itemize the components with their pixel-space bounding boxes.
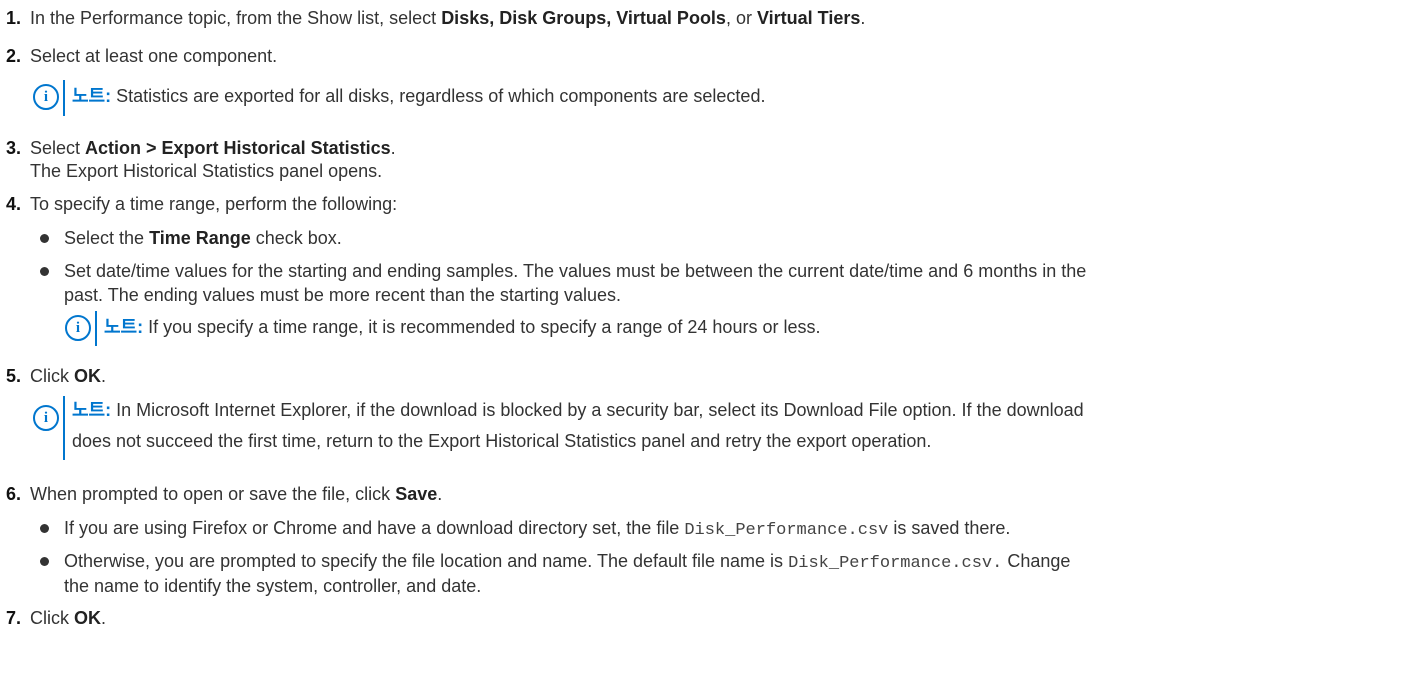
text: In the Performance topic, from the Show … <box>30 8 442 28</box>
step-number: 5. <box>6 366 22 386</box>
note-divider <box>95 311 97 346</box>
text: When prompted to open or save the file, … <box>30 484 396 504</box>
note-divider <box>63 80 65 116</box>
file-name: Disk_Performance.csv <box>684 521 889 540</box>
step-7-text: Click OK. <box>30 606 106 630</box>
text: . <box>437 484 443 504</box>
bold-text: Time Range <box>149 228 251 248</box>
step-number: 3. <box>6 138 22 158</box>
note-3-line-1: 노트: In Microsoft Internet Explorer, if t… <box>72 398 1084 422</box>
note-1: 노트: Statistics are exported for all disk… <box>72 84 765 108</box>
bold-text: Virtual Tiers <box>756 8 861 28</box>
file-name: Disk_Performance.csv. <box>788 554 1003 573</box>
text: is saved there. <box>888 518 1011 538</box>
bullet <box>40 267 49 276</box>
step-4-text: To specify a time range, perform the fol… <box>30 194 398 214</box>
step-number: 7. <box>6 608 22 628</box>
bold-text: OK <box>74 608 101 628</box>
text: Click <box>30 366 74 386</box>
note-text: If you specify a time range, it is recom… <box>148 317 821 337</box>
note-label: 노트: <box>72 86 112 106</box>
bold-text: Save <box>395 484 438 504</box>
note-text: In Microsoft Internet Explorer, if the d… <box>116 400 1084 420</box>
text: . <box>390 138 396 158</box>
text: Click <box>30 608 74 628</box>
note-label: 노트: <box>104 317 144 337</box>
bullet <box>40 524 49 533</box>
text: check box. <box>250 228 342 248</box>
step-2-text: Select at least one component. <box>30 46 278 66</box>
bold-text: OK <box>74 366 101 386</box>
text: . <box>860 8 866 28</box>
info-icon: i <box>33 405 59 431</box>
step-1-text: In the Performance topic, from the Show … <box>30 6 865 30</box>
bold-text: Action > Export Historical Statistics <box>85 138 391 158</box>
bullet <box>40 234 49 243</box>
step-number: 6. <box>6 484 22 504</box>
step-6-bullet-2-line-2: the name to identify the system, control… <box>64 576 482 596</box>
step-number: 1. <box>6 8 22 28</box>
text: , or <box>725 8 757 28</box>
text: Select the <box>64 228 150 248</box>
text: . <box>101 608 107 628</box>
step-4-bullet-2-line-2: past. The ending values must be more rec… <box>64 285 621 305</box>
step-3-text: Select Action > Export Historical Statis… <box>30 136 396 160</box>
step-number: 4. <box>6 194 22 214</box>
text: If you are using Firefox or Chrome and h… <box>64 518 685 538</box>
note-2: 노트: If you specify a time range, it is r… <box>104 315 820 339</box>
step-6-bullet-1: If you are using Firefox or Chrome and h… <box>64 516 1010 543</box>
note-label: 노트: <box>72 400 112 420</box>
bullet <box>40 557 49 566</box>
step-6-bullet-2-line-1: Otherwise, you are prompted to specify t… <box>64 549 1070 576</box>
step-4-bullet-2-line-1: Set date/time values for the starting an… <box>64 261 1087 281</box>
text: Otherwise, you are prompted to specify t… <box>64 551 789 571</box>
info-icon: i <box>65 315 91 341</box>
note-3-line-2: does not succeed the first time, return … <box>72 431 932 451</box>
step-number: 2. <box>6 46 22 66</box>
text: Select <box>30 138 86 158</box>
bold-text: Disks, Disk Groups, Virtual Pools <box>441 8 726 28</box>
text: . <box>101 366 107 386</box>
info-icon: i <box>33 84 59 110</box>
step-6-text: When prompted to open or save the file, … <box>30 482 442 506</box>
note-divider <box>63 396 65 460</box>
step-5-text: Click OK. <box>30 364 106 388</box>
step-4-bullet-1: Select the Time Range check box. <box>64 226 342 250</box>
text: Change <box>1002 551 1071 571</box>
note-text: Statistics are exported for all disks, r… <box>116 86 766 106</box>
step-3-result: The Export Historical Statistics panel o… <box>30 161 383 181</box>
